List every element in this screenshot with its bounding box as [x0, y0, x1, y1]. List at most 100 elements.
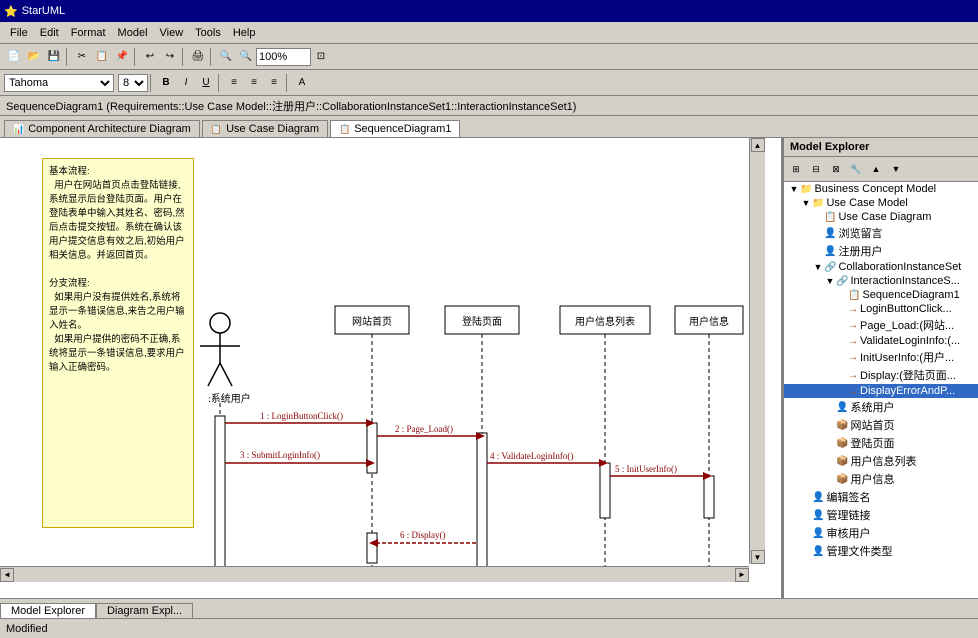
new-btn[interactable]: 📄 — [4, 47, 24, 67]
sidebar-header: Model Explorer — [784, 138, 978, 157]
tree-item[interactable]: 📦登陆页面 — [784, 434, 978, 452]
menu-edit[interactable]: Edit — [34, 25, 65, 41]
sidebar-btn3[interactable]: ⊠ — [826, 159, 846, 179]
tree-item[interactable]: 👤管理链接 — [784, 506, 978, 524]
tree-toggle[interactable]: ▼ — [800, 198, 812, 208]
tree-item[interactable]: ▼📁Business Concept Model — [784, 182, 978, 196]
tree-item[interactable]: →ValidateLoginInfo:(... — [784, 334, 978, 348]
tree-icon: 👤 — [812, 492, 824, 503]
tree-icon: 👤 — [824, 228, 836, 239]
sep4 — [210, 48, 214, 66]
tree-item[interactable]: ▼🔗CollaborationInstanceSet — [784, 260, 978, 274]
menu-help[interactable]: Help — [227, 25, 262, 41]
scroll-up[interactable]: ▲ — [751, 138, 765, 152]
cut-btn[interactable]: ✂ — [72, 47, 92, 67]
undo-btn[interactable]: ↩ — [140, 47, 160, 67]
tree-item[interactable]: 📦用户信息 — [784, 470, 978, 488]
scroll-left[interactable]: ◄ — [0, 568, 14, 582]
sidebar-tree[interactable]: ▼📁Business Concept Model▼📁Use Case Model… — [784, 182, 978, 598]
menu-model[interactable]: Model — [112, 25, 154, 41]
tree-item[interactable]: 👤管理文件类型 — [784, 542, 978, 560]
align-left-btn[interactable]: ≡ — [224, 73, 244, 93]
tree-icon: 👤 — [824, 246, 836, 257]
tree-icon: 📋 — [824, 212, 836, 223]
open-btn[interactable]: 📂 — [24, 47, 44, 67]
sep2 — [134, 48, 138, 66]
tree-item[interactable]: 👤注册用户 — [784, 242, 978, 260]
font-select[interactable]: Tahoma — [4, 74, 114, 92]
menu-tools[interactable]: Tools — [189, 25, 227, 41]
zoom-out-btn[interactable]: 🔍 — [236, 47, 256, 67]
tree-item[interactable]: →InitUserInfo:(用户... — [784, 348, 978, 366]
underline-btn[interactable]: U — [196, 73, 216, 93]
tree-toggle[interactable]: ▼ — [812, 262, 824, 272]
paste-btn[interactable]: 📌 — [112, 47, 132, 67]
tree-item[interactable]: 👤系统用户 — [784, 398, 978, 416]
scroll-right[interactable]: ► — [735, 568, 749, 582]
tree-icon: 🔗 — [836, 276, 848, 287]
tree-item-label: SequenceDiagram1 — [862, 289, 959, 301]
italic-btn[interactable]: I — [176, 73, 196, 93]
breadcrumb: SequenceDiagram1 (Requirements::Use Case… — [0, 96, 978, 116]
note-text: 基本流程: 用户在网站首页点击登陆链接,系统显示后台登陆页面。用户在登陆表单中输… — [49, 166, 185, 373]
tree-item[interactable]: →Page_Load:(网站... — [784, 316, 978, 334]
tab-sequence[interactable]: 📋 SequenceDiagram1 — [330, 120, 460, 137]
align-right-btn[interactable]: ≡ — [264, 73, 284, 93]
bottom-tab-diagram-explorer[interactable]: Diagram Expl... — [96, 603, 193, 618]
tree-item[interactable]: 📋SequenceDiagram1 — [784, 288, 978, 302]
menu-file[interactable]: File — [4, 25, 34, 41]
sidebar-btn6[interactable]: ▼ — [886, 159, 906, 179]
diagram-canvas: 基本流程: 用户在网站首页点击登陆链接,系统显示后台登陆页面。用户在登陆表单中输… — [0, 138, 765, 582]
tab-usecase-label: Use Case Diagram — [226, 123, 319, 135]
tree-item[interactable]: 📋Use Case Diagram — [784, 210, 978, 224]
sidebar-btn5[interactable]: ▲ — [866, 159, 886, 179]
bottom-tab-model-explorer[interactable]: Model Explorer — [0, 603, 96, 618]
zoom-fit-btn[interactable]: ⊡ — [311, 47, 331, 67]
tree-item[interactable]: 👤浏览留言 — [784, 224, 978, 242]
tree-item[interactable]: 👤编辑签名 — [784, 488, 978, 506]
tree-item-label: 管理文件类型 — [826, 543, 892, 559]
font-toolbar: Tahoma 8 B I U ≡ ≡ ≡ A — [0, 70, 978, 96]
sidebar-btn4[interactable]: 🔧 — [846, 159, 866, 179]
save-btn[interactable]: 💾 — [44, 47, 64, 67]
note-box: 基本流程: 用户在网站首页点击登陆链接,系统显示后台登陆页面。用户在登陆表单中输… — [42, 158, 194, 528]
scroll-down[interactable]: ▼ — [751, 550, 765, 564]
tree-item-label: CollaborationInstanceSet — [838, 261, 961, 273]
diagram-area[interactable]: 基本流程: 用户在网站首页点击登陆链接,系统显示后台登陆页面。用户在登陆表单中输… — [0, 138, 783, 598]
tree-item[interactable]: →LoginButtonClick... — [784, 302, 978, 316]
sidebar-btn1[interactable]: ⊞ — [786, 159, 806, 179]
tree-item[interactable]: →DisplayErrorAndP... — [784, 384, 978, 398]
tree-item[interactable]: 📦用户信息列表 — [784, 452, 978, 470]
tree-item-label: 注册用户 — [838, 243, 882, 259]
tree-icon: 👤 — [812, 546, 824, 557]
sep6 — [218, 74, 222, 92]
scrollbar-horizontal[interactable]: ◄ ► — [0, 566, 749, 582]
sidebar-btn2[interactable]: ⊟ — [806, 159, 826, 179]
tree-item[interactable]: →Display:(登陆页面... — [784, 366, 978, 384]
status-text: Modified — [6, 623, 48, 635]
tab-usecase[interactable]: 📋 Use Case Diagram — [202, 120, 328, 137]
tree-item[interactable]: ▼🔗InteractionInstanceS... — [784, 274, 978, 288]
tree-item[interactable]: 👤审核用户 — [784, 524, 978, 542]
tree-item-label: Page_Load:(网站... — [860, 317, 954, 333]
tab-component[interactable]: 📊 Component Architecture Diagram — [4, 120, 200, 137]
svg-text:1 : LoginButtonClick(): 1 : LoginButtonClick() — [260, 411, 343, 421]
title-icon: ⭐ — [4, 5, 18, 18]
zoom-input[interactable] — [256, 48, 311, 66]
bold-btn[interactable]: B — [156, 73, 176, 93]
redo-btn[interactable]: ↪ — [160, 47, 180, 67]
tree-toggle[interactable]: ▼ — [788, 184, 800, 194]
menu-view[interactable]: View — [154, 25, 190, 41]
color-btn[interactable]: A — [292, 73, 312, 93]
zoom-in-btn[interactable]: 🔍 — [216, 47, 236, 67]
print-btn[interactable]: 🖨 — [188, 47, 208, 67]
tree-item[interactable]: 📦网站首页 — [784, 416, 978, 434]
tree-toggle[interactable]: ▼ — [824, 276, 836, 286]
tree-icon: 👤 — [812, 528, 824, 539]
tree-item[interactable]: ▼📁Use Case Model — [784, 196, 978, 210]
align-center-btn[interactable]: ≡ — [244, 73, 264, 93]
size-select[interactable]: 8 — [118, 74, 148, 92]
copy-btn[interactable]: 📋 — [92, 47, 112, 67]
menu-format[interactable]: Format — [65, 25, 112, 41]
scrollbar-vertical[interactable]: ▲ ▼ — [749, 138, 765, 564]
